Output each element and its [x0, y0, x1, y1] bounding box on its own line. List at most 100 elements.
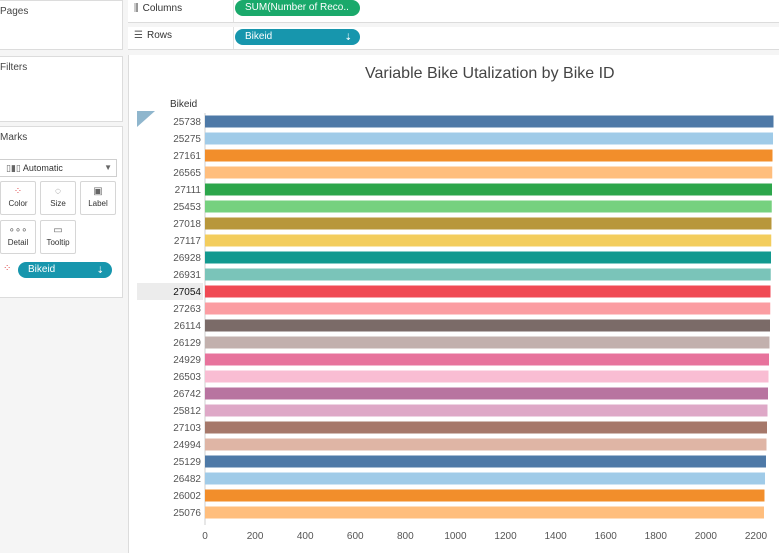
rows-pill-label: Bikeid	[245, 31, 273, 42]
columns-pill[interactable]: SUM(Number of Reco..	[235, 0, 360, 16]
color-dots-icon: ⁘	[3, 263, 12, 274]
bar	[205, 438, 767, 451]
x-tick-label: 0	[202, 531, 208, 542]
shelf-divider	[233, 27, 234, 49]
bar-chart-icon: ▯▮▯	[6, 163, 21, 173]
category-label: 27111	[175, 185, 202, 196]
bar	[205, 370, 769, 383]
bar	[205, 302, 771, 315]
x-tick-label: 600	[347, 531, 364, 542]
x-tick-label: 1400	[544, 531, 567, 542]
bar	[205, 115, 774, 128]
columns-icon: ⫼	[134, 3, 139, 14]
category-label: 25275	[173, 134, 201, 145]
category-label: 26482	[173, 474, 201, 485]
category-label: 26503	[173, 372, 201, 383]
pages-card-title: Pages	[0, 6, 29, 17]
bar	[205, 268, 771, 281]
sort-icon: ⇣	[96, 265, 104, 275]
shelf-divider	[233, 0, 234, 22]
x-tick-label: 2000	[695, 531, 718, 542]
tooltip-button-label: Tooltip	[46, 238, 70, 247]
size-button-label: Size	[50, 199, 66, 208]
x-tick-label: 2200	[745, 531, 768, 542]
bar	[205, 353, 769, 366]
bar	[205, 336, 770, 349]
columns-shelf-label: ⫼ Columns	[134, 3, 183, 14]
rows-shelf-label: ☰ Rows	[134, 30, 172, 41]
x-tick-label: 1000	[444, 531, 467, 542]
category-label: 24994	[173, 440, 201, 451]
color-button[interactable]: ⁘ Color	[0, 181, 36, 215]
marks-bikeid-pill-label: Bikeid	[28, 264, 56, 275]
category-label: 27054	[173, 287, 201, 298]
size-button[interactable]: ◌ Size	[40, 181, 76, 215]
bar	[205, 506, 764, 519]
label-icon: ▣	[93, 186, 103, 197]
detail-icon: ∘∘∘	[8, 225, 28, 236]
category-label: 26002	[173, 491, 201, 502]
category-label: 27018	[173, 219, 201, 230]
bar	[205, 489, 765, 502]
detail-button-label: Detail	[7, 238, 29, 247]
category-label: 27161	[173, 151, 201, 162]
bar	[205, 166, 773, 179]
bar	[205, 251, 771, 264]
filters-card-title: Filters	[0, 62, 28, 73]
category-label: 27263	[173, 304, 201, 315]
columns-pill-label: SUM(Number of Reco..	[245, 2, 349, 13]
x-tick-label: 1600	[595, 531, 618, 542]
rows-shelf: ☰ Rows Bikeid ⇣	[128, 27, 779, 50]
columns-shelf: ⫼ Columns SUM(Number of Reco..	[128, 0, 779, 23]
bar	[205, 472, 765, 485]
viz-area: Variable Bike Utalization by Bike ID Bik…	[128, 55, 779, 553]
label-button[interactable]: ▣ Label	[80, 181, 116, 215]
rows-pill[interactable]: Bikeid ⇣	[235, 29, 360, 45]
x-tick-label: 200	[247, 531, 264, 542]
bar	[205, 200, 772, 213]
bar	[205, 421, 767, 434]
category-label: 27103	[173, 423, 201, 434]
tooltip-icon: ▭	[53, 225, 63, 236]
x-tick-label: 400	[297, 531, 314, 542]
detail-button[interactable]: ∘∘∘ Detail	[0, 220, 36, 254]
bar	[205, 404, 768, 417]
bar	[205, 319, 770, 332]
corner-marker	[137, 111, 155, 127]
category-label: 25076	[173, 508, 201, 519]
marks-card-title: Marks	[0, 132, 28, 143]
bar	[205, 234, 772, 247]
color-button-label: Color	[8, 199, 28, 208]
mark-type-dropdown[interactable]: ▯▮▯ Automatic ▼	[0, 159, 117, 177]
bar	[205, 285, 771, 298]
filters-card[interactable]: Filters	[0, 56, 123, 122]
category-label: 26928	[173, 253, 201, 264]
mark-type-label: Automatic	[22, 163, 63, 173]
category-label: 26931	[173, 270, 201, 281]
bar	[205, 455, 766, 468]
bar	[205, 387, 768, 400]
row-header: Bikeid	[170, 99, 197, 110]
tooltip-button[interactable]: ▭ Tooltip	[40, 220, 76, 254]
x-tick-label: 1200	[494, 531, 517, 542]
x-tick-label: 800	[397, 531, 414, 542]
bar	[205, 132, 774, 145]
x-tick-label: 1800	[645, 531, 668, 542]
category-label: 25129	[173, 457, 201, 468]
chevron-down-icon: ▼	[104, 163, 112, 172]
category-label: 26565	[173, 168, 201, 179]
bar-chart: Bikeid 25738 25275 27161 26565 27111 25453 2701…	[137, 99, 774, 542]
color-dots-icon: ⁘	[13, 186, 23, 197]
marks-bikeid-pill[interactable]: Bikeid ⇣	[18, 262, 112, 278]
left-pane: Pages Filters Marks ▯▮▯ Automatic ▼ ⁘ Co…	[0, 0, 124, 553]
bar	[205, 149, 773, 162]
category-label: 26742	[173, 389, 201, 400]
bar	[205, 217, 772, 230]
label-button-label: Label	[88, 199, 108, 208]
rows-icon: ☰	[134, 30, 143, 41]
category-label: 25812	[173, 406, 201, 417]
category-label: 27117	[174, 236, 202, 247]
pages-card[interactable]: Pages	[0, 0, 123, 50]
marks-card: Marks ▯▮▯ Automatic ▼ ⁘ Color ◌ Size ▣ L…	[0, 126, 123, 298]
sort-icon: ⇣	[344, 32, 352, 42]
